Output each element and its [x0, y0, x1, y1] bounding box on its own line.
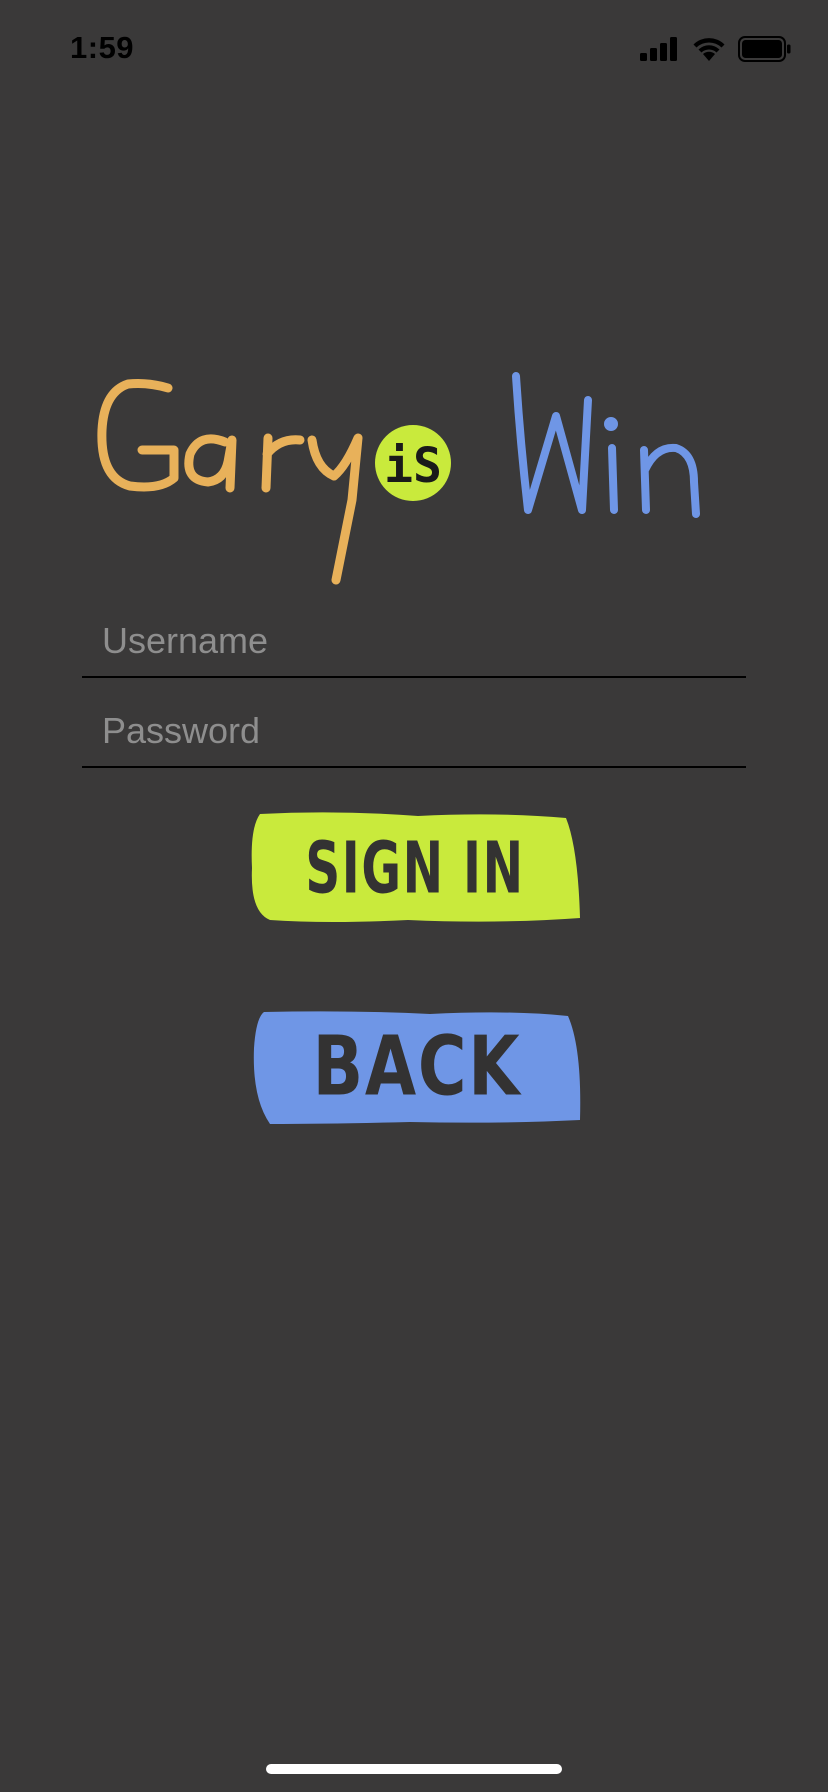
status-bar: 1:59: [0, 0, 828, 100]
logo-artwork: iS: [97, 372, 700, 585]
username-input[interactable]: [102, 606, 722, 676]
username-field: [82, 606, 746, 678]
logo-is-badge: iS: [375, 425, 451, 501]
home-indicator[interactable]: [266, 1764, 562, 1774]
gary-is-win-logo: iS: [90, 370, 740, 600]
wifi-icon: [693, 38, 725, 61]
logo-gary-letters: [97, 379, 363, 585]
sign-in-button-label: SIGN IN: [305, 825, 525, 909]
login-screen: 1:59 iS Username SIGN IN BACK: [0, 0, 828, 1792]
cellular-signal-icon: [640, 37, 677, 61]
sign-in-button[interactable]: SIGN IN: [248, 808, 582, 926]
logo-win-letters: [512, 372, 700, 518]
back-button[interactable]: BACK: [250, 1008, 584, 1126]
back-button-label: BACK: [312, 1019, 522, 1115]
status-time: 1:59: [70, 30, 135, 65]
logo-is-text: iS: [384, 438, 442, 494]
battery-icon: [738, 36, 791, 62]
status-icons: [640, 34, 792, 64]
password-input[interactable]: [102, 696, 722, 766]
password-field: [82, 696, 746, 768]
